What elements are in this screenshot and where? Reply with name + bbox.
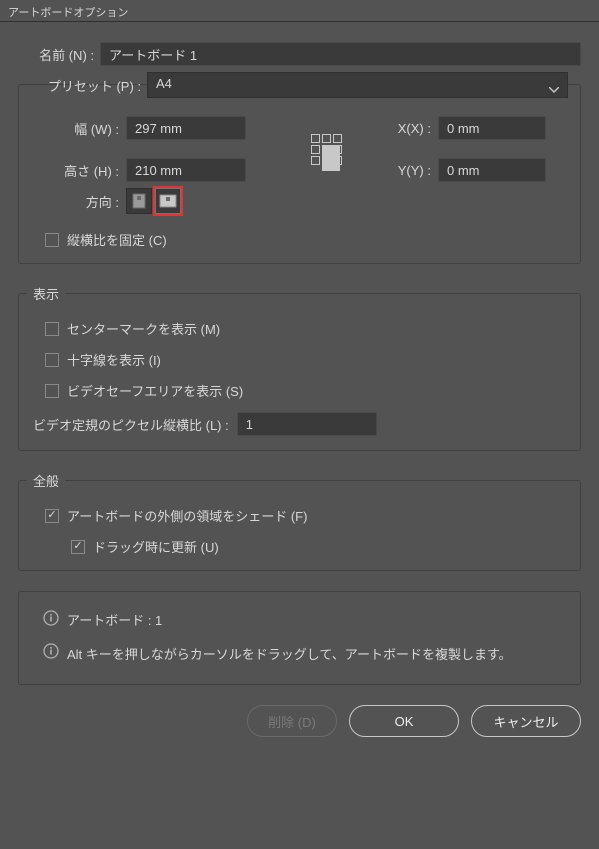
button-row: 削除 (D) OK キャンセル (0, 705, 599, 755)
hint-text: Alt キーを押しながらカーソルをドラッグして、アートボードを複製します。 (67, 643, 512, 666)
preset-value: A4 (156, 76, 172, 91)
height-label: 高さ (H) : (31, 161, 119, 180)
preset-fieldset: プリセット (P) : A4 幅 (W) : 高さ (H) : (18, 84, 581, 264)
landscape-icon (159, 194, 177, 208)
lock-aspect-row[interactable]: 縦横比を固定 (C) (45, 230, 568, 249)
general-legend: 全般 (27, 471, 65, 490)
dim-left-column: 幅 (W) : 高さ (H) : (31, 116, 271, 182)
name-row: 名前 (N) : (18, 42, 581, 66)
shade-outside-checkbox[interactable] (45, 509, 59, 523)
name-input[interactable] (100, 42, 581, 66)
artboard-count-row: アートボード : 1 (43, 610, 568, 629)
x-input[interactable] (438, 116, 546, 140)
x-label: X(X) : (381, 121, 431, 136)
pixel-ratio-input[interactable] (237, 412, 377, 436)
width-row: 幅 (W) : (31, 116, 271, 140)
lock-aspect-label: 縦横比を固定 (C) (67, 230, 167, 249)
y-label: Y(Y) : (381, 163, 431, 178)
general-fieldset: 全般 アートボードの外側の領域をシェード (F) ドラッグ時に更新 (U) (18, 471, 581, 571)
dimension-grid: 幅 (W) : 高さ (H) : X(X) : (31, 116, 568, 182)
video-safe-checkbox[interactable] (45, 384, 59, 398)
artboard-count-label: アートボード : 1 (67, 610, 162, 629)
title-bar: アートボードオプション (0, 0, 599, 22)
width-input[interactable] (126, 116, 246, 140)
crosshair-checkbox[interactable] (45, 353, 59, 367)
drag-update-label: ドラッグ時に更新 (U) (93, 537, 219, 556)
preset-row: プリセット (P) : A4 (31, 72, 568, 98)
display-fieldset: 表示 センターマークを表示 (M) 十字線を表示 (I) ビデオセーフエリアを表… (18, 284, 581, 451)
pixel-ratio-row: ビデオ定規のピクセル縦横比 (L) : (33, 412, 568, 436)
center-mark-row[interactable]: センターマークを表示 (M) (45, 319, 568, 338)
crosshair-row[interactable]: 十字線を表示 (I) (45, 350, 568, 369)
shade-outside-label: アートボードの外側の領域をシェード (F) (67, 506, 307, 525)
crosshair-label: 十字線を表示 (I) (67, 350, 161, 369)
y-row: Y(Y) : (381, 158, 568, 182)
center-mark-checkbox[interactable] (45, 322, 59, 336)
drag-update-row[interactable]: ドラッグ時に更新 (U) (71, 537, 568, 556)
name-label: 名前 (N) : (18, 45, 94, 64)
x-row: X(X) : (381, 116, 568, 140)
video-safe-row[interactable]: ビデオセーフエリアを表示 (S) (45, 381, 568, 400)
center-mark-label: センターマークを表示 (M) (67, 319, 220, 338)
info-icon (43, 610, 59, 626)
portrait-button[interactable] (126, 188, 152, 214)
height-input[interactable] (126, 158, 246, 182)
cancel-button[interactable]: キャンセル (471, 705, 581, 737)
height-row: 高さ (H) : (31, 158, 271, 182)
orientation-label: 方向 : (31, 192, 119, 211)
orientation-row: 方向 : (31, 188, 568, 214)
landscape-button[interactable] (155, 188, 181, 214)
preset-label: プリセット (P) : (31, 76, 141, 95)
info-fieldset: アートボード : 1 Alt キーを押しながらカーソルをドラッグして、アートボー… (18, 591, 581, 685)
video-safe-label: ビデオセーフエリアを表示 (S) (67, 381, 243, 400)
pixel-ratio-label: ビデオ定規のピクセル縦横比 (L) : (33, 415, 229, 434)
delete-button: 削除 (D) (247, 705, 337, 737)
display-legend: 表示 (27, 284, 65, 303)
drag-update-checkbox[interactable] (71, 540, 85, 554)
chevron-down-icon (549, 81, 559, 96)
shade-outside-row[interactable]: アートボードの外側の領域をシェード (F) (45, 506, 568, 525)
dim-right-column: X(X) : Y(Y) : (381, 116, 568, 182)
ok-button[interactable]: OK (349, 705, 459, 737)
reference-point-selector[interactable] (271, 134, 381, 165)
portrait-icon (132, 193, 146, 209)
hint-row: Alt キーを押しながらカーソルをドラッグして、アートボードを複製します。 (43, 643, 568, 666)
lock-aspect-checkbox[interactable] (45, 233, 59, 247)
width-label: 幅 (W) : (31, 119, 119, 138)
dialog-content: 名前 (N) : プリセット (P) : A4 幅 (W) : 高さ (H) : (0, 22, 599, 685)
y-input[interactable] (438, 158, 546, 182)
preset-select[interactable]: A4 (147, 72, 568, 98)
info-icon (43, 643, 59, 659)
